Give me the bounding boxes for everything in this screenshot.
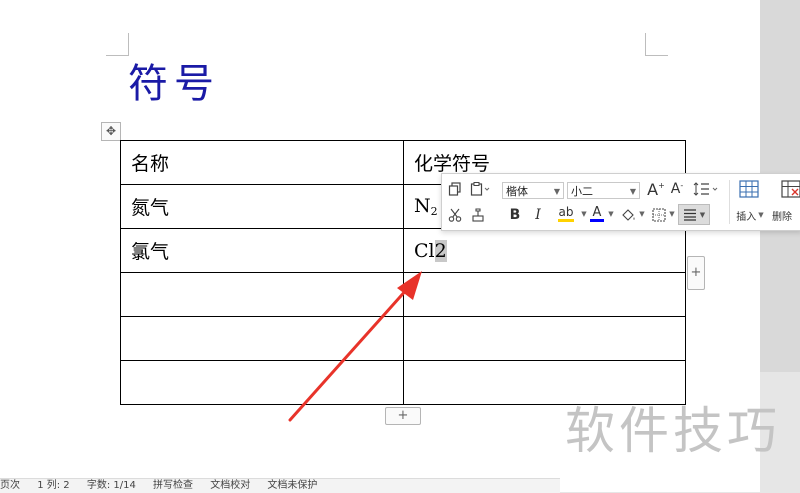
- status-page[interactable]: 页次: [0, 480, 20, 491]
- status-proofread[interactable]: 文档校对: [210, 480, 250, 491]
- status-spell-check[interactable]: 拼写检查: [153, 480, 193, 491]
- status-bar: 页次 1 列: 2 字数: 1/14 拼写检查 文档校对 文档未保护: [0, 478, 560, 493]
- status-protection[interactable]: 文档未保护: [267, 480, 317, 491]
- status-position[interactable]: 1 列: 2: [37, 480, 69, 491]
- watermark-text: 软件技巧: [565, 402, 781, 460]
- status-word-count[interactable]: 字数: 1/14: [87, 480, 136, 491]
